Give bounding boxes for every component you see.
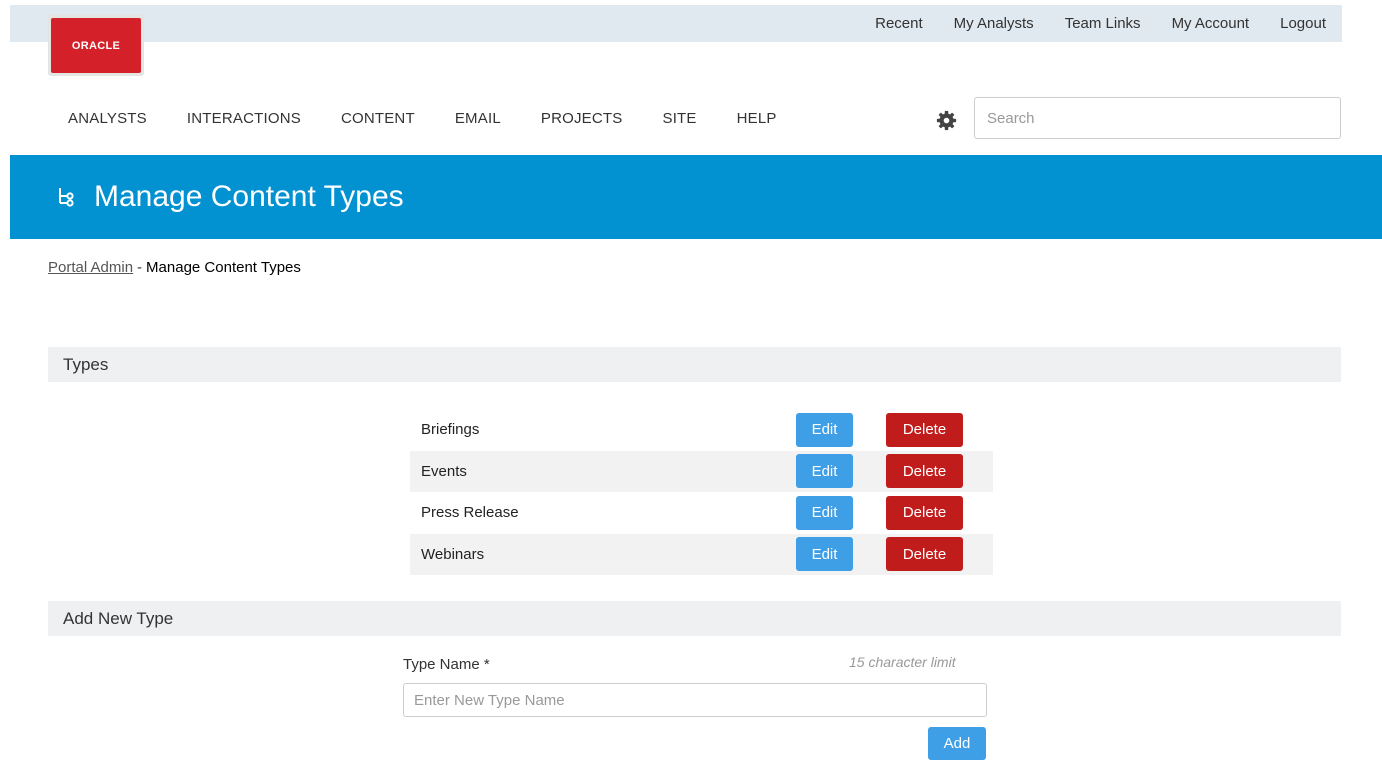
edit-button[interactable]: Edit [796,412,853,447]
top-link-recent[interactable]: Recent [875,15,923,32]
type-name: Webinars [421,545,485,563]
hierarchy-icon [59,188,74,207]
edit-button[interactable]: Edit [796,454,853,489]
type-name-input[interactable] [403,683,987,717]
add-type-heading: Add New Type [63,608,174,628]
edit-button[interactable]: Edit [796,495,853,530]
top-link-team-links[interactable]: Team Links [1065,15,1141,32]
type-name: Press Release [421,504,519,522]
edit-button[interactable]: Edit [796,537,853,572]
page-banner: Manage Content Types [10,155,1382,239]
breadcrumb-separator: - [137,259,143,276]
top-links: Recent My Analysts Team Links My Account… [844,5,1326,42]
delete-button[interactable]: Delete [886,412,963,447]
nav-help[interactable]: HELP [737,110,777,127]
type-name-label: Type Name * [403,656,490,673]
add-button[interactable]: Add [928,727,986,760]
nav-content[interactable]: CONTENT [341,110,415,127]
types-section-header: Types [48,347,1341,382]
oracle-logo[interactable]: ORACLE [48,15,144,76]
delete-button[interactable]: Delete [886,495,963,530]
table-row: Briefings Edit Delete [410,409,993,451]
page-title: Manage Content Types [94,180,404,213]
table-row: Webinars Edit Delete [410,533,993,575]
type-name: Events [421,462,467,480]
top-link-my-analysts[interactable]: My Analysts [954,15,1034,32]
nav-projects[interactable]: PROJECTS [541,110,623,127]
logo-text: ORACLE [71,39,121,52]
types-heading: Types [63,354,109,374]
types-table: Briefings Edit Delete Events Edit Delete… [410,409,993,575]
breadcrumb-current: Manage Content Types [146,259,301,276]
type-name: Briefings [421,421,480,439]
search-input[interactable] [974,97,1341,139]
delete-button[interactable]: Delete [886,537,963,572]
gear-icon[interactable] [936,110,957,131]
nav-interactions[interactable]: INTERACTIONS [187,110,301,127]
top-link-logout[interactable]: Logout [1280,15,1326,32]
logo-badge: ORACLE [51,18,141,73]
main-nav: ANALYSTS INTERACTIONS CONTENT EMAIL PROJ… [68,110,817,127]
add-type-section-header: Add New Type [48,601,1341,636]
nav-email[interactable]: EMAIL [455,110,501,127]
nav-site[interactable]: SITE [662,110,696,127]
char-limit-hint: 15 character limit [849,654,956,670]
breadcrumb-portal-admin[interactable]: Portal Admin [48,259,133,276]
table-row: Events Edit Delete [410,450,993,492]
top-utility-bar: Recent My Analysts Team Links My Account… [10,5,1342,42]
nav-analysts[interactable]: ANALYSTS [68,110,147,127]
delete-button[interactable]: Delete [886,454,963,489]
top-link-my-account[interactable]: My Account [1172,15,1250,32]
breadcrumb: Portal Admin - Manage Content Types [48,259,301,276]
table-row: Press Release Edit Delete [410,492,993,534]
